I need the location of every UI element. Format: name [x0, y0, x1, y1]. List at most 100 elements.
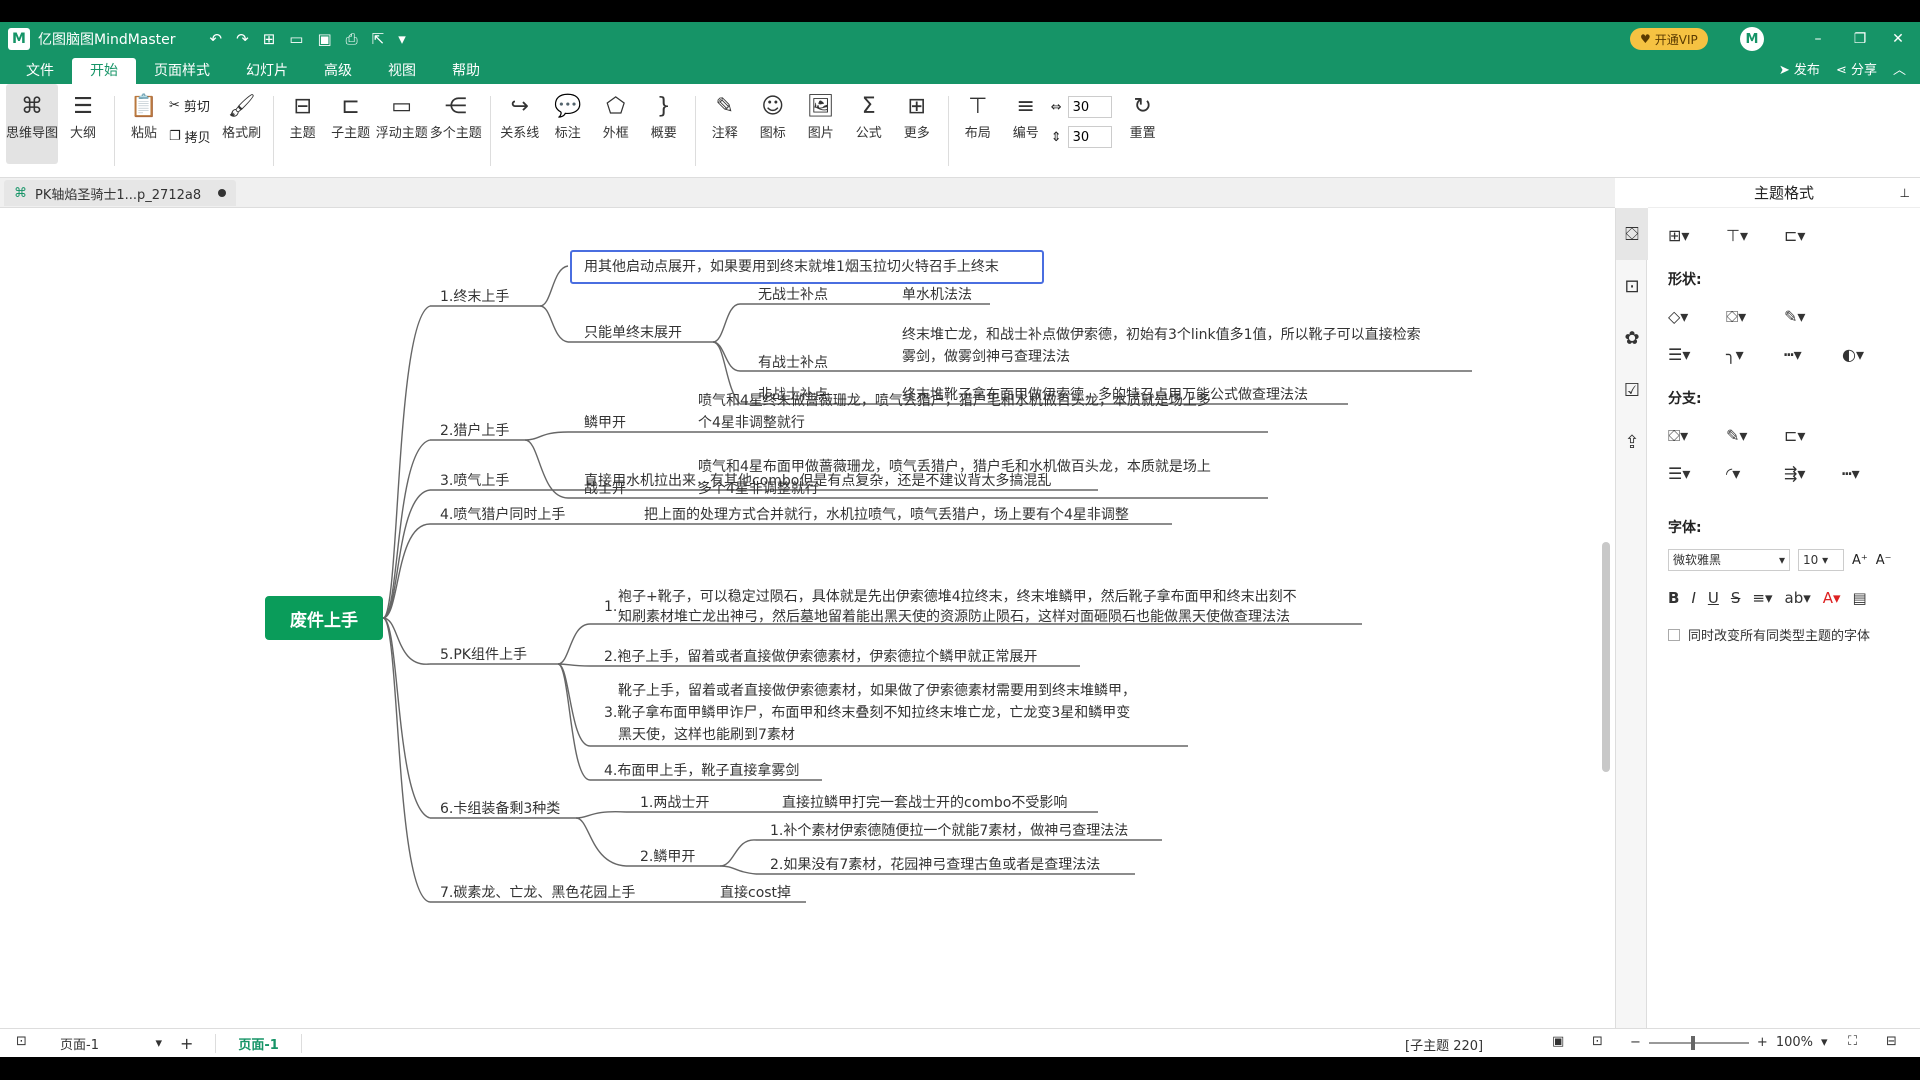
zoom-in-icon[interactable]: + — [1757, 1035, 1768, 1050]
boundary-button[interactable]: ⬠ 外框 — [593, 84, 639, 164]
branch-6-topic[interactable]: 6.卡组装备剩3种类 — [440, 800, 560, 818]
bold-icon[interactable]: B — [1668, 589, 1679, 607]
minimize-icon[interactable]: – — [1806, 27, 1830, 51]
structure-icon[interactable]: ⊤▾ — [1726, 226, 1754, 245]
task-panel-tab[interactable]: ☑ — [1616, 364, 1648, 416]
fullscreen-icon[interactable]: ⛶ — [1848, 1034, 1857, 1049]
topic-pk-1-line-1[interactable]: 袍子+靴子，可以稳定过陨石，具体就是先出伊索德堆4拉终末，终末堆鳞甲，然后靴子拿… — [618, 588, 1297, 606]
branch-7-detail[interactable]: 直接cost掉 — [720, 884, 791, 902]
topic-scale-open[interactable]: 鳞甲开 — [584, 414, 626, 432]
branch-border-icon[interactable]: ✎▾ — [1726, 426, 1754, 446]
new-file-icon[interactable]: ⊞ — [263, 30, 276, 48]
topic-has-warrior-detail-2[interactable]: 雾剑，做雾剑神弓查理法法 — [902, 348, 1070, 366]
restore-icon[interactable]: ❐ — [1848, 27, 1872, 51]
branch-weight-icon[interactable]: ☰▾ — [1668, 464, 1696, 483]
reset-button[interactable]: ↻ 重置 — [1120, 84, 1166, 164]
same-type-checkbox[interactable] — [1668, 628, 1680, 641]
collapse-ribbon-icon[interactable]: ︿ — [1893, 59, 1906, 78]
more-button[interactable]: ⊞ 更多 — [894, 84, 940, 164]
topic-has-warrior[interactable]: 有战士补点 — [758, 354, 828, 372]
mindmap-view-button[interactable]: ⌘ 思维导图 — [6, 84, 59, 164]
topic-pk-2[interactable]: 2.袍子上手，留着或者直接做伊索德素材，伊索德拉个鳞甲就正常展开 — [604, 648, 1037, 666]
page-select[interactable]: 页面-1 ▾ — [56, 1032, 166, 1054]
branch-2-topic[interactable]: 2.猎户上手 — [440, 422, 509, 440]
paste-button[interactable]: 📋 粘贴 — [121, 84, 167, 164]
same-type-font-option[interactable]: 同时改变所有同类型主题的字体 — [1648, 625, 1920, 644]
topic-no-warrior-detail[interactable]: 单水机法法 — [902, 286, 972, 304]
decrease-font-icon[interactable]: A⁻ — [1876, 553, 1892, 568]
layout-grid-icon[interactable]: ⊞▾ — [1668, 226, 1696, 245]
branch-4-topic[interactable]: 4.喷气猎户同时上手 — [440, 506, 565, 524]
shape-icon[interactable]: ◇▾ — [1668, 307, 1696, 327]
topic-no-warrior[interactable]: 无战士补点 — [758, 286, 828, 304]
menu-view[interactable]: 视图 — [370, 58, 434, 84]
branch-4-detail[interactable]: 把上面的处理方式合并就行，水机拉喷气，喷气丢猎户，场上要有个4星非调整 — [644, 506, 1129, 524]
highlight-icon[interactable]: ab▾ — [1785, 589, 1811, 607]
branch-arrow-icon[interactable]: ⇶▾ — [1784, 464, 1812, 483]
menu-page-style[interactable]: 页面样式 — [136, 58, 228, 84]
topic-only-single[interactable]: 只能单终末展开 — [584, 324, 682, 342]
zoom-level[interactable]: 100% — [1776, 1035, 1813, 1050]
open-folder-icon[interactable]: ▭ — [289, 30, 303, 48]
fit-page-icon[interactable]: ▣ — [1552, 1034, 1564, 1049]
menu-file[interactable]: 文件 — [8, 58, 72, 84]
topic-two-warriors[interactable]: 1.两战士开 — [640, 794, 709, 812]
topic-pk-4[interactable]: 4.布面甲上手，靴子直接拿雾剑 — [604, 762, 799, 780]
topic-button[interactable]: ⊟ 主题 — [280, 84, 326, 164]
font-size-select[interactable]: 10 ▾ — [1798, 549, 1844, 571]
document-tab[interactable]: ⌘ PK轴焰圣骑士1...p_2712a8 — [4, 180, 236, 206]
relation-button[interactable]: ↪ 关系线 — [497, 84, 543, 164]
format-panel-tab[interactable]: ⛋ — [1616, 208, 1648, 260]
text-box-icon[interactable]: ▤ — [1853, 589, 1867, 607]
corner-icon[interactable]: ╮▾ — [1726, 345, 1754, 364]
border-icon[interactable]: ✎▾ — [1784, 307, 1812, 327]
multi-topic-button[interactable]: ⋲ 多个主题 — [430, 84, 482, 164]
vertical-scrollbar[interactable] — [1602, 542, 1610, 772]
publish-button[interactable]: ➤ 发布 — [1779, 59, 1820, 78]
close-icon[interactable]: ✕ — [1886, 27, 1910, 51]
branch-connector-icon[interactable]: ⊏▾ — [1784, 426, 1812, 446]
add-page-icon[interactable]: + — [180, 1034, 193, 1053]
page-panel-icon[interactable]: ⊡ — [16, 1034, 27, 1049]
avatar[interactable]: M — [1740, 27, 1764, 51]
customize-dropdown-icon[interactable]: ▾ — [398, 30, 406, 48]
menu-slides[interactable]: 幻灯片 — [228, 58, 306, 84]
outline-view-button[interactable]: ☰ 大纲 — [60, 84, 106, 164]
branch-3-detail[interactable]: 直接用水机拉出来，有其他combo但是有点复杂，还是不建议背太多搞混乱 — [584, 472, 1051, 490]
horizontal-spacing-input[interactable] — [1067, 96, 1112, 118]
topic-pk-3-line-1[interactable]: 靴子上手，留着或者直接做伊索德素材，如果做了伊索德素材需要用到终末堆鳞甲， — [618, 682, 1136, 700]
menu-home[interactable]: 开始 — [72, 58, 136, 84]
topic-scale-open-2-detail-2[interactable]: 2.如果没有7素材，花园神弓查理古鱼或者是查理法法 — [770, 856, 1100, 874]
menu-advanced[interactable]: 高级 — [306, 58, 370, 84]
italic-icon[interactable]: I — [1691, 589, 1695, 607]
underline-icon[interactable]: U — [1708, 589, 1719, 607]
save-icon[interactable]: ▣ — [317, 30, 331, 48]
branch-dash-icon[interactable]: ┅▾ — [1842, 464, 1870, 483]
branch-curve-icon[interactable]: ◜▾ — [1726, 464, 1754, 483]
print-icon[interactable]: ⎙ — [346, 30, 358, 48]
undo-icon[interactable]: ↶ — [210, 30, 223, 48]
zoom-out-icon[interactable]: − — [1630, 1035, 1641, 1050]
icon-button[interactable]: ☺ 图标 — [750, 84, 796, 164]
fit-width-icon[interactable]: ⊟ — [1886, 1034, 1897, 1049]
clipart-panel-tab[interactable]: ✿ — [1616, 312, 1648, 364]
font-color-icon[interactable]: A▾ — [1823, 589, 1841, 607]
pin-icon[interactable]: ⊥ — [1900, 178, 1910, 208]
mark-panel-tab[interactable]: ⊡ — [1616, 260, 1648, 312]
numbering-button[interactable]: ≡ 编号 — [1003, 84, 1049, 164]
align-icon[interactable]: ≡▾ — [1752, 589, 1772, 607]
formula-button[interactable]: Σ 公式 — [846, 84, 892, 164]
fill-icon[interactable]: ⛋▾ — [1726, 307, 1754, 327]
branch-7-topic[interactable]: 7.碳素龙、亡龙、黑色花园上手 — [440, 884, 635, 902]
callout-button[interactable]: 💬 标注 — [545, 84, 591, 164]
selected-topic[interactable]: 用其他启动点展开，如果要用到终末就堆1烟玉拉切火特召手上终末 — [584, 258, 999, 276]
branch-fill-icon[interactable]: ⛋▾ — [1668, 426, 1696, 446]
vip-button[interactable]: ♥ 开通VIP — [1630, 28, 1708, 50]
strikethrough-icon[interactable]: S — [1731, 589, 1741, 607]
subtopic-button[interactable]: ⊏ 子主题 — [328, 84, 374, 164]
summary-button[interactable]: } 概要 — [641, 84, 687, 164]
image-button[interactable]: 🖼 图片 — [798, 84, 844, 164]
topic-two-warriors-detail[interactable]: 直接拉鳞甲打完一套战士开的combo不受影响 — [782, 794, 1067, 812]
zoom-slider[interactable] — [1648, 1035, 1749, 1050]
topic-pk-3-line-2[interactable]: 3.靴子拿布面甲鳞甲诈尸，布面甲和终末叠刻不知拉终末堆亡龙，亡龙变3星和鳞甲变 — [604, 704, 1130, 722]
